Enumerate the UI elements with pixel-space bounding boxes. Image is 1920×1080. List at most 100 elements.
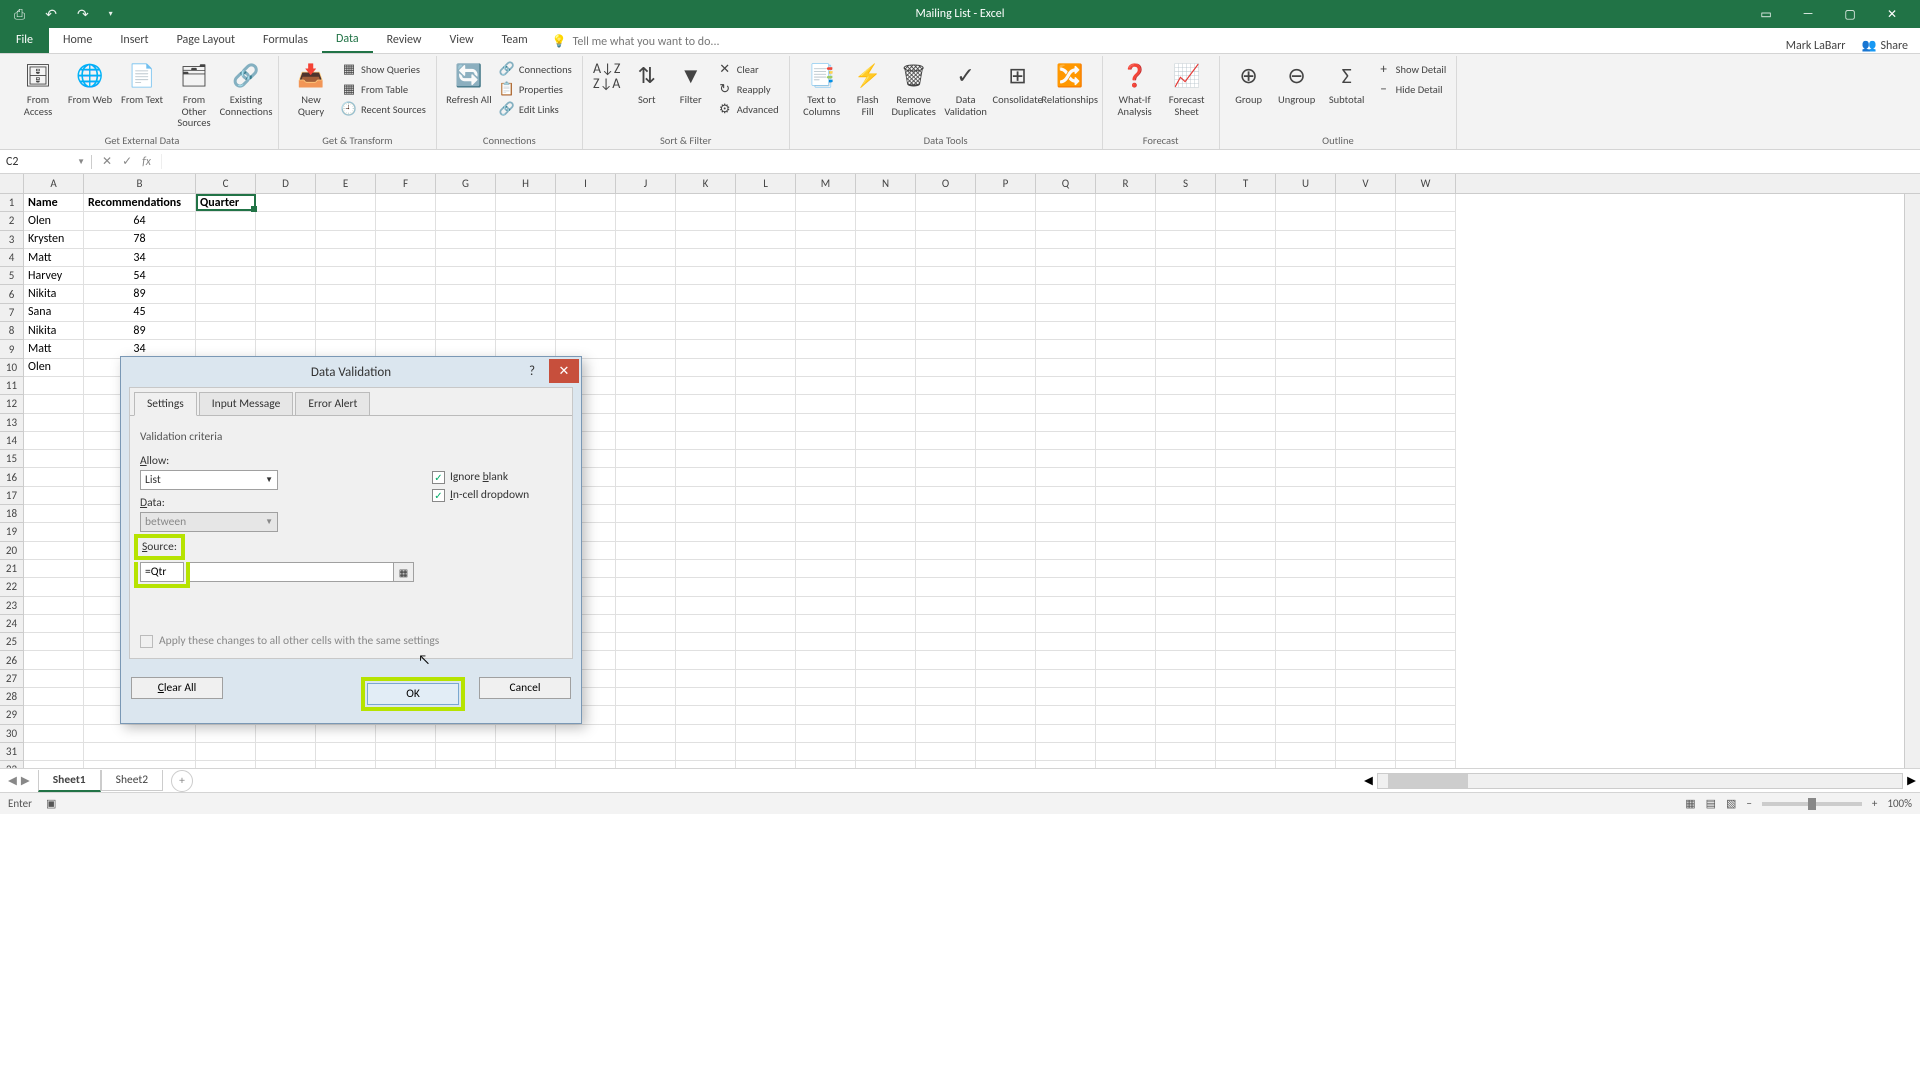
cell-F2[interactable] <box>376 212 436 230</box>
cell-Q30[interactable] <box>1036 725 1096 743</box>
cell-L17[interactable] <box>736 487 796 505</box>
cell-L28[interactable] <box>736 688 796 706</box>
cell-W6[interactable] <box>1396 285 1456 303</box>
tab-home[interactable]: Home <box>49 27 106 53</box>
cell-A21[interactable] <box>24 560 84 578</box>
cell-W17[interactable] <box>1396 487 1456 505</box>
row-header-23[interactable]: 23 <box>0 597 24 615</box>
cell-V8[interactable] <box>1336 322 1396 340</box>
cell-F6[interactable] <box>376 285 436 303</box>
column-header-F[interactable]: F <box>376 174 436 193</box>
from-access-button[interactable]: 🗄From Access <box>14 58 62 117</box>
cell-U16[interactable] <box>1276 468 1336 486</box>
group-button[interactable]: ⊕Group <box>1228 58 1270 106</box>
cell-N10[interactable] <box>856 359 916 377</box>
cell-T8[interactable] <box>1216 322 1276 340</box>
cell-S22[interactable] <box>1156 578 1216 596</box>
cell-W20[interactable] <box>1396 542 1456 560</box>
cell-A9[interactable]: Matt <box>24 340 84 358</box>
fx-icon[interactable]: fx <box>142 155 151 169</box>
cell-N15[interactable] <box>856 450 916 468</box>
cell-I5[interactable] <box>556 267 616 285</box>
cell-U2[interactable] <box>1276 212 1336 230</box>
cell-J31[interactable] <box>616 743 676 761</box>
cell-N2[interactable] <box>856 212 916 230</box>
sort-az-button[interactable]: A↓ZZ↓A <box>591 58 623 92</box>
filter-button[interactable]: ▼Filter <box>671 58 711 106</box>
cell-Q4[interactable] <box>1036 249 1096 267</box>
recent-sources-button[interactable]: 🕘Recent Sources <box>339 100 428 118</box>
cell-O21[interactable] <box>916 560 976 578</box>
cell-L13[interactable] <box>736 414 796 432</box>
cell-V19[interactable] <box>1336 523 1396 541</box>
cell-T11[interactable] <box>1216 377 1276 395</box>
cell-N28[interactable] <box>856 688 916 706</box>
connections-button[interactable]: 🔗Connections <box>497 60 574 78</box>
cell-M8[interactable] <box>796 322 856 340</box>
cell-B30[interactable] <box>84 725 196 743</box>
cell-P2[interactable] <box>976 212 1036 230</box>
cell-J29[interactable] <box>616 706 676 724</box>
column-header-S[interactable]: S <box>1156 174 1216 193</box>
row-header-31[interactable]: 31 <box>0 743 24 761</box>
row-header-28[interactable]: 28 <box>0 688 24 706</box>
cell-K19[interactable] <box>676 523 736 541</box>
cell-Q19[interactable] <box>1036 523 1096 541</box>
cell-M4[interactable] <box>796 249 856 267</box>
cell-O31[interactable] <box>916 743 976 761</box>
cell-N1[interactable] <box>856 194 916 212</box>
cell-M28[interactable] <box>796 688 856 706</box>
cell-G1[interactable] <box>436 194 496 212</box>
cell-P30[interactable] <box>976 725 1036 743</box>
cell-W14[interactable] <box>1396 432 1456 450</box>
cell-A3[interactable]: Krysten <box>24 231 84 249</box>
cell-O32[interactable] <box>916 761 976 768</box>
cell-J3[interactable] <box>616 231 676 249</box>
cell-P24[interactable] <box>976 615 1036 633</box>
cell-S28[interactable] <box>1156 688 1216 706</box>
column-header-H[interactable]: H <box>496 174 556 193</box>
zoom-level[interactable]: 100% <box>1887 797 1912 810</box>
range-selector-button[interactable]: ▦ <box>394 562 414 582</box>
select-all-corner[interactable] <box>0 174 24 193</box>
consolidate-button[interactable]: ⊞Consolidate <box>994 58 1042 106</box>
cell-P32[interactable] <box>976 761 1036 768</box>
cell-I8[interactable] <box>556 322 616 340</box>
cell-U25[interactable] <box>1276 633 1336 651</box>
cell-L23[interactable] <box>736 597 796 615</box>
cell-O1[interactable] <box>916 194 976 212</box>
chevron-down-icon[interactable]: ▼ <box>77 157 85 167</box>
cell-L21[interactable] <box>736 560 796 578</box>
cell-U9[interactable] <box>1276 340 1336 358</box>
cell-M1[interactable] <box>796 194 856 212</box>
cell-E8[interactable] <box>316 322 376 340</box>
cell-A12[interactable] <box>24 395 84 413</box>
cell-J26[interactable] <box>616 651 676 669</box>
cell-J15[interactable] <box>616 450 676 468</box>
cell-V1[interactable] <box>1336 194 1396 212</box>
cell-P13[interactable] <box>976 414 1036 432</box>
cell-M19[interactable] <box>796 523 856 541</box>
cell-J7[interactable] <box>616 304 676 322</box>
cell-F1[interactable] <box>376 194 436 212</box>
column-header-U[interactable]: U <box>1276 174 1336 193</box>
row-header-15[interactable]: 15 <box>0 450 24 468</box>
cell-W21[interactable] <box>1396 560 1456 578</box>
row-header-8[interactable]: 8 <box>0 322 24 340</box>
cell-J28[interactable] <box>616 688 676 706</box>
sheet-tab-1[interactable]: Sheet1 <box>38 770 101 792</box>
cell-Q6[interactable] <box>1036 285 1096 303</box>
cell-V25[interactable] <box>1336 633 1396 651</box>
cell-O18[interactable] <box>916 505 976 523</box>
cell-S17[interactable] <box>1156 487 1216 505</box>
tab-file[interactable]: File <box>0 27 49 53</box>
cell-V4[interactable] <box>1336 249 1396 267</box>
cell-K12[interactable] <box>676 395 736 413</box>
cell-O17[interactable] <box>916 487 976 505</box>
cell-V18[interactable] <box>1336 505 1396 523</box>
cell-G31[interactable] <box>436 743 496 761</box>
row-header-5[interactable]: 5 <box>0 267 24 285</box>
cell-J24[interactable] <box>616 615 676 633</box>
cell-T24[interactable] <box>1216 615 1276 633</box>
cell-R5[interactable] <box>1096 267 1156 285</box>
